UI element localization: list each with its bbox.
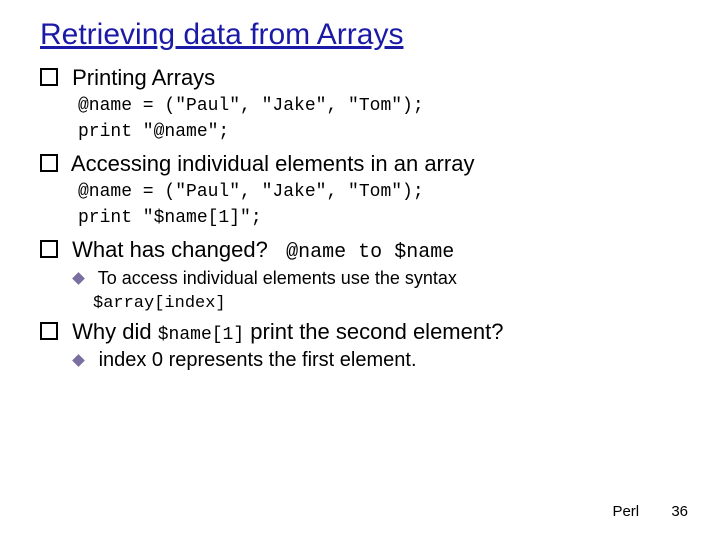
changed-sub: To access individual elements use the sy…: [74, 267, 680, 314]
footer-page: 36: [671, 503, 688, 520]
code-printing-2: print "@name";: [78, 120, 680, 144]
heading-changed: What has changed?: [72, 237, 268, 262]
why-sub-text: index 0 represents the first element.: [99, 349, 417, 371]
heading-accessing: Accessing individual elements in an arra…: [71, 151, 475, 176]
section-accessing: Accessing individual elements in an arra…: [40, 150, 680, 178]
footer: Perl 36: [612, 503, 688, 520]
code-printing-1: @name = ("Paul", "Jake", "Tom");: [78, 94, 680, 118]
heading-why-code: $name[1]: [158, 325, 244, 345]
why-sub: index 0 represents the first element.: [74, 348, 680, 373]
square-bullet-icon: [40, 68, 58, 86]
heading-printing: Printing Arrays: [72, 65, 215, 90]
code-accessing-2: print "$name[1]";: [78, 206, 680, 230]
diamond-bullet-icon: [72, 355, 85, 368]
heading-why-post: print the second element?: [250, 319, 503, 344]
section-changed: What has changed? @name to $name: [40, 236, 680, 265]
slide: Retrieving data from Arrays Printing Arr…: [0, 0, 720, 540]
square-bullet-icon: [40, 154, 58, 172]
changed-code: @name to $name: [286, 241, 454, 264]
section-printing: Printing Arrays: [40, 64, 680, 92]
heading-why-pre: Why did: [72, 319, 151, 344]
changed-sub-text: To access individual elements use the sy…: [98, 268, 457, 288]
code-accessing-1: @name = ("Paul", "Jake", "Tom");: [78, 180, 680, 204]
square-bullet-icon: [40, 322, 58, 340]
diamond-bullet-icon: [72, 272, 85, 285]
square-bullet-icon: [40, 240, 58, 258]
footer-label: Perl: [612, 503, 639, 520]
changed-sub-code: $array[index]: [93, 294, 226, 313]
slide-title: Retrieving data from Arrays: [40, 18, 680, 52]
section-why: Why did $name[1] print the second elemen…: [40, 318, 680, 347]
